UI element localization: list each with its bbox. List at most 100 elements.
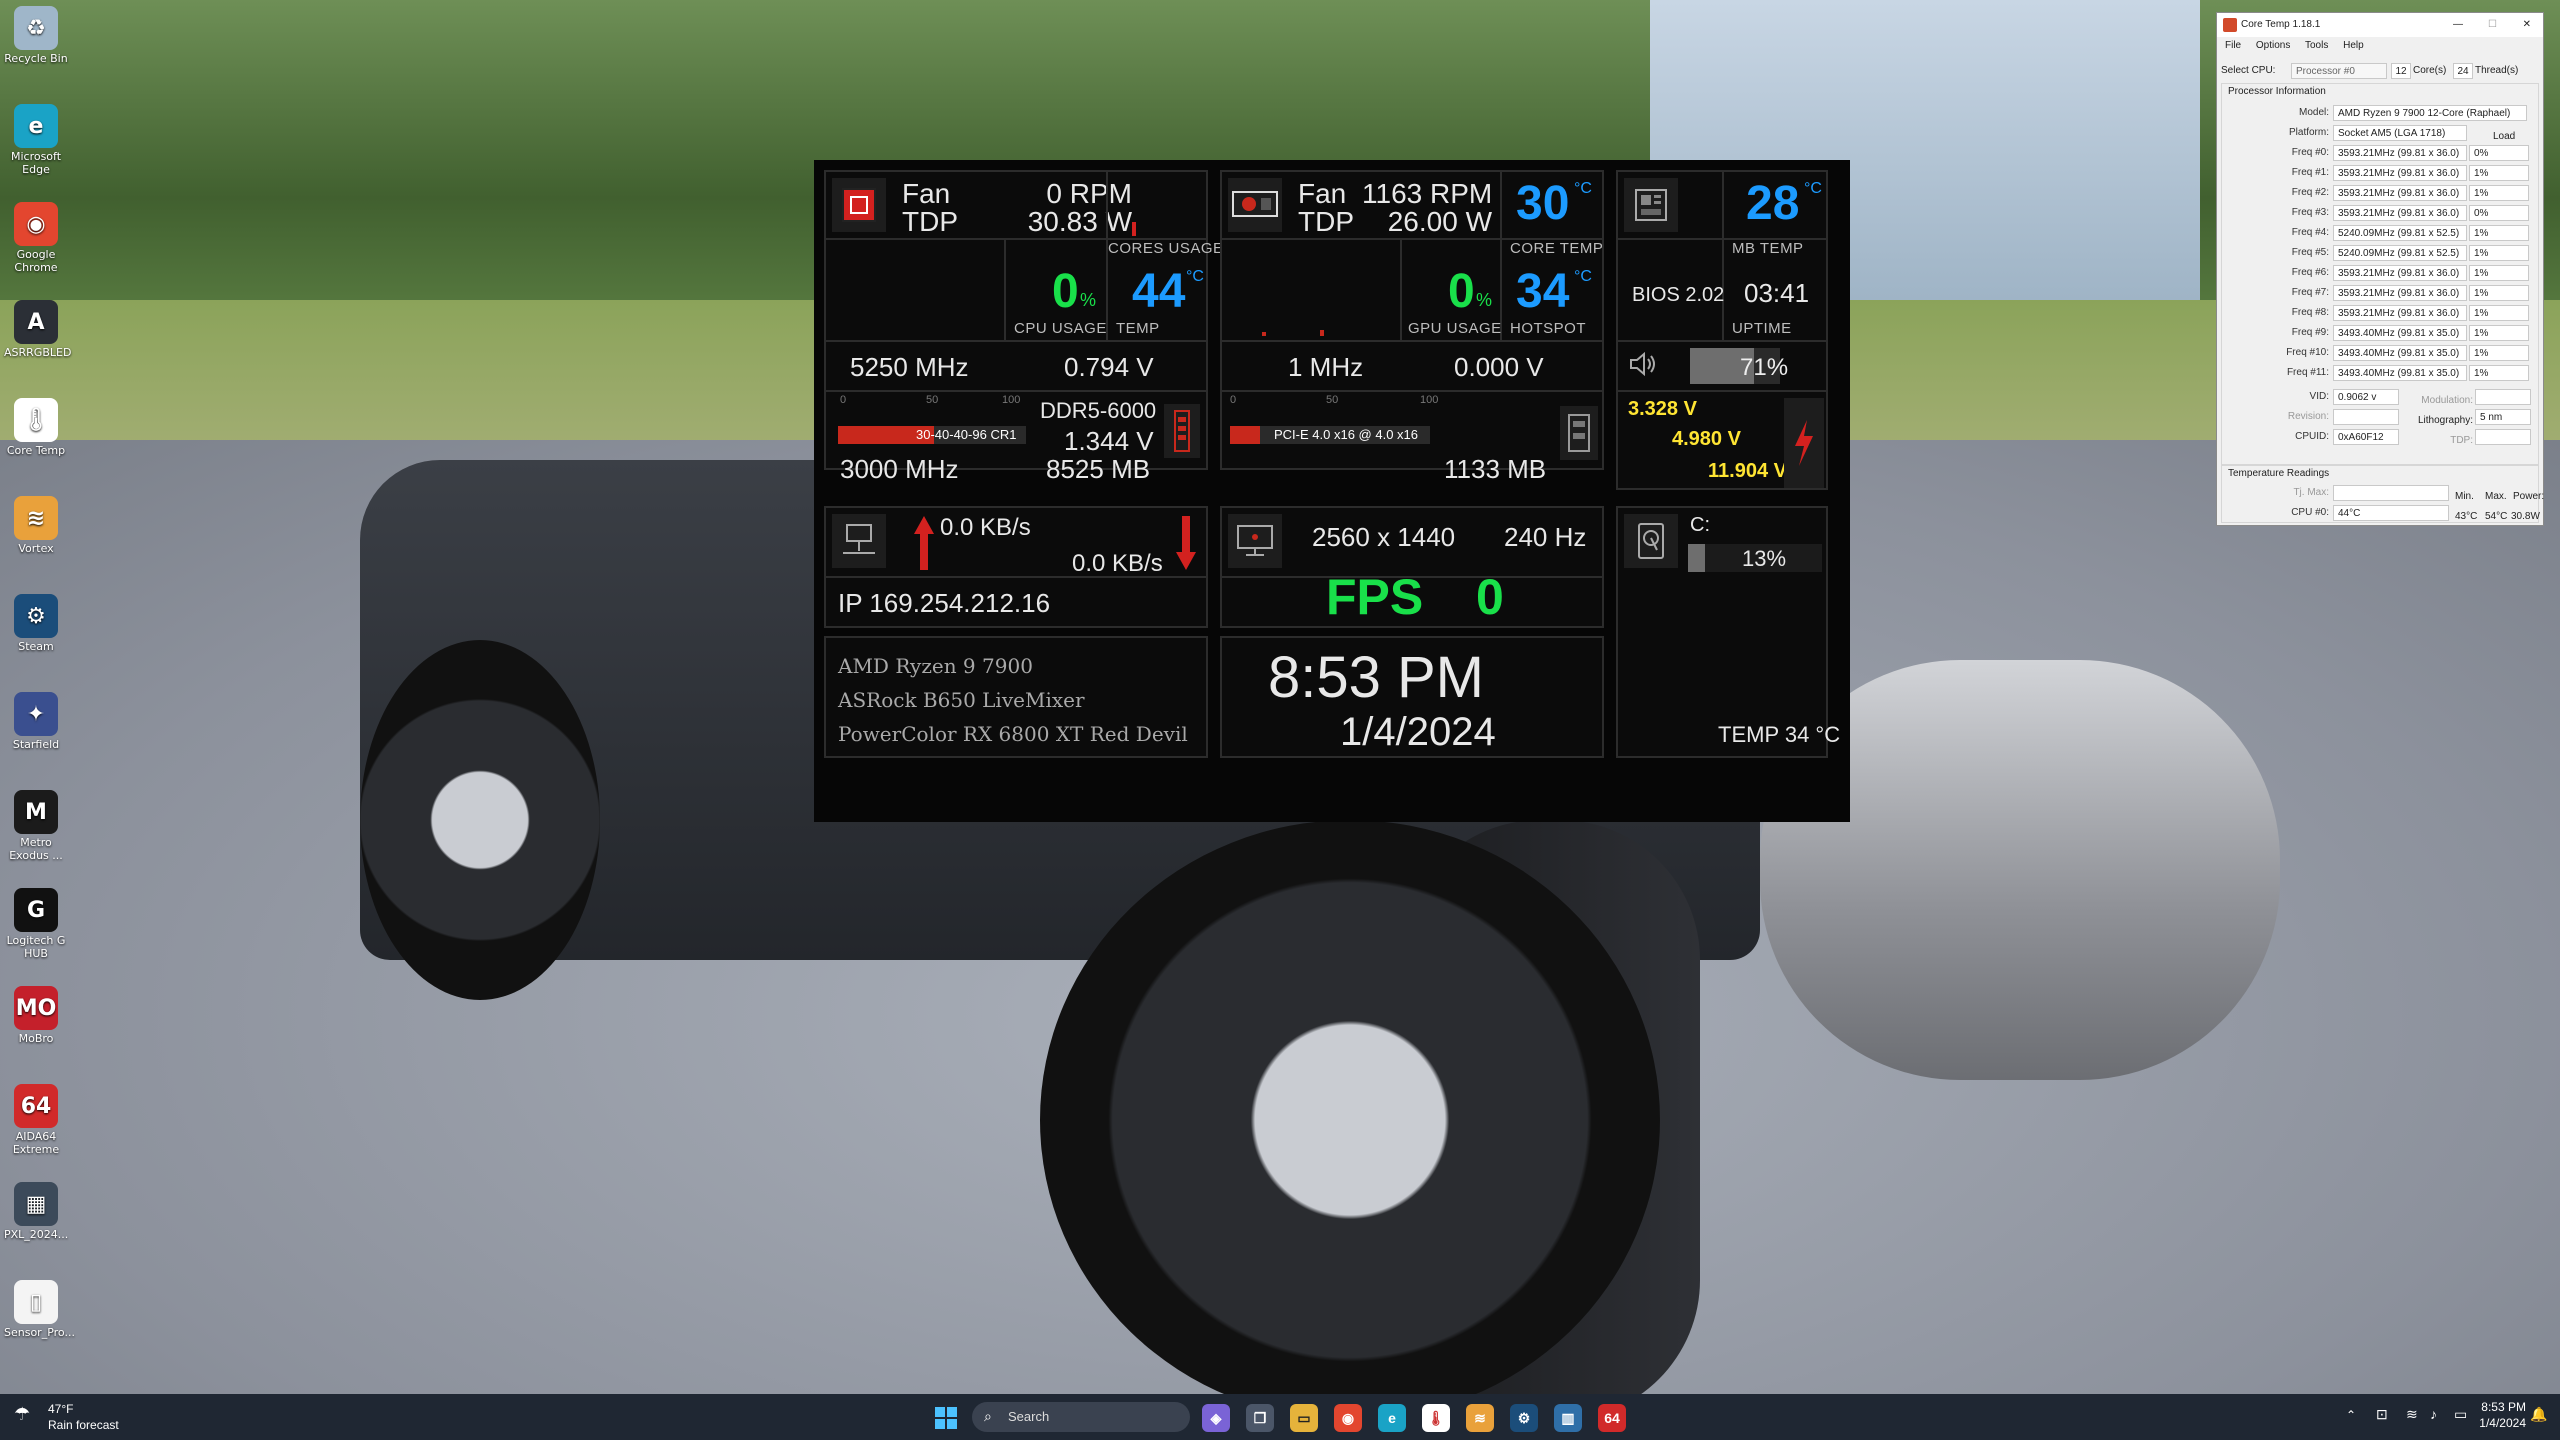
network-icon: [832, 514, 886, 568]
frequency-value: 3493.40MHz (99.81 x 35.0): [2333, 365, 2467, 381]
aida64-taskbar-icon[interactable]: 64: [1598, 1404, 1626, 1432]
desktop-shortcut-label: Core Temp: [6, 444, 66, 457]
tjmax-value: [2333, 485, 2449, 501]
display-refresh: 240 Hz: [1504, 522, 1587, 552]
frequency-value: 3593.21MHz (99.81 x 36.0): [2333, 165, 2467, 181]
desktop-shortcut-label: ASRRGBLED: [4, 346, 72, 359]
drive-letter: C:: [1690, 514, 1710, 536]
menu-options[interactable]: Options: [2256, 40, 2290, 51]
network-tray-icon[interactable]: ⊡: [2376, 1406, 2388, 1423]
tray-date[interactable]: 1/4/2024: [2476, 1416, 2526, 1430]
menu-help[interactable]: Help: [2343, 40, 2364, 51]
ram-scale-50: 50: [926, 394, 939, 406]
gpu-core-temp-label: CORE TEMP: [1510, 240, 1604, 257]
file-explorer-icon[interactable]: ▭: [1290, 1404, 1318, 1432]
start-icon[interactable]: [932, 1404, 960, 1432]
copilot-icon[interactable]: ◈: [1202, 1404, 1230, 1432]
metro-icon: M: [14, 790, 58, 834]
core-load-value: 1%: [2469, 285, 2529, 301]
desktop-shortcut[interactable]: ▦ PXL_2024...: [4, 1182, 68, 1241]
core-temp-app-icon: [2223, 18, 2237, 32]
weather-widget[interactable]: ☂ 47°F Rain forecast: [14, 1402, 214, 1434]
drive-panel: C: 13% TEMP 34 °C: [1616, 506, 1840, 758]
desktop-shortcut[interactable]: MO MoBro: [4, 986, 68, 1045]
desktop-shortcut[interactable]: G Logitech G HUB: [4, 888, 68, 960]
threads-label: Thread(s): [2475, 65, 2519, 76]
minimize-icon[interactable]: —: [2453, 13, 2463, 37]
gpu-scale-50: 50: [1326, 394, 1339, 406]
desktop-shortcut[interactable]: ◉ Google Chrome: [4, 202, 68, 274]
vid-value: 0.9062 v: [2333, 389, 2399, 405]
frequency-value: 3593.21MHz (99.81 x 36.0): [2333, 145, 2467, 161]
core-load-value: 1%: [2469, 245, 2529, 261]
desktop-shortcut[interactable]: ▯ Sensor_Pro...: [4, 1280, 75, 1339]
rail-5v: 4.980 V: [1672, 428, 1741, 450]
ram-type: DDR5-6000: [1040, 398, 1157, 423]
vortex-taskbar-icon[interactable]: ≋: [1466, 1404, 1494, 1432]
frequency-label: Freq #0:: [2291, 147, 2329, 158]
edge-taskbar-icon[interactable]: e: [1378, 1404, 1406, 1432]
core-temp-titlebar[interactable]: Core Temp 1.18.1 — ☐ ✕: [2217, 13, 2543, 37]
notification-bell-icon[interactable]: 🔔: [2530, 1406, 2547, 1423]
speaker-icon[interactable]: [1626, 346, 1662, 382]
cpuid-row: CPUID: 0xA60F12 TDP:: [2217, 427, 2543, 447]
wallpaper-rear-wheel: [1040, 820, 1660, 1420]
desktop-shortcut[interactable]: e Microsoft Edge: [4, 104, 68, 176]
desktop-shortcut[interactable]: ✦ Starfield: [4, 692, 68, 751]
cpu-temp-value: 44: [1132, 265, 1186, 318]
frequency-value: 3593.21MHz (99.81 x 36.0): [2333, 265, 2467, 281]
gpu-panel: Fan 1163 RPM TDP 26.00 W 30 °C CORE TEMP…: [1220, 170, 1604, 484]
desktop-shortcut[interactable]: 64 AIDA64 Extreme: [4, 1084, 68, 1156]
weather-desc: Rain forecast: [48, 1418, 119, 1432]
maximize-icon[interactable]: ☐: [2488, 13, 2497, 37]
ram-clock: 3000 MHz: [840, 454, 959, 484]
model-label: Model:: [2298, 107, 2329, 118]
cpu-temp-unit: °C: [1186, 268, 1204, 285]
uptime-label: UPTIME: [1732, 320, 1792, 337]
volume-slider[interactable]: 71%: [1690, 348, 1788, 384]
menu-file[interactable]: File: [2225, 40, 2241, 51]
core-temp-taskbar-icon[interactable]: 🌡: [1422, 1404, 1450, 1432]
upload-arrow-icon: [914, 516, 934, 570]
weather-temp: 47°F: [48, 1402, 74, 1416]
desktop-shortcut[interactable]: ≋ Vortex: [4, 496, 68, 555]
desktop-shortcut[interactable]: ⚙ Steam: [4, 594, 68, 653]
menu-tools[interactable]: Tools: [2305, 40, 2328, 51]
desktop-shortcut[interactable]: A ASRRGBLED: [4, 300, 72, 359]
frequency-label: Freq #5:: [2291, 247, 2329, 258]
cpu-tdp-value: 30.83 W: [1027, 206, 1132, 237]
desktop-shortcut[interactable]: 🌡 Core Temp: [4, 398, 68, 457]
taskbar-search[interactable]: ⌕ Search: [972, 1402, 1190, 1432]
battery-icon[interactable]: ▭: [2454, 1406, 2467, 1423]
gpu-hotspot-label: HOTSPOT: [1510, 320, 1587, 337]
core-load-value: 1%: [2469, 185, 2529, 201]
model-value: AMD Ryzen 9 7900 12-Core (Raphael): [2333, 105, 2527, 121]
frequency-row: Freq #5: 5240.09MHz (99.81 x 52.5) 1%: [2217, 243, 2543, 263]
hwinfo-taskbar-icon[interactable]: ▥: [1554, 1404, 1582, 1432]
core-load-value: 0%: [2469, 205, 2529, 221]
volume-tray-icon[interactable]: ♪: [2430, 1406, 2437, 1422]
close-icon[interactable]: ✕: [2523, 13, 2531, 37]
gpu-bus: PCI-E 4.0 x16 @ 4.0 x16: [1274, 427, 1418, 442]
cpu0-temp-row: CPU #0: 44°C 43°C 54°C 30.8W: [2217, 503, 2543, 523]
frequency-value: 3593.21MHz (99.81 x 36.0): [2333, 305, 2467, 321]
processor-select[interactable]: Processor #0: [2291, 63, 2387, 79]
tray-time[interactable]: 8:53 PM: [2476, 1400, 2526, 1414]
steam-taskbar-icon[interactable]: ⚙: [1510, 1404, 1538, 1432]
desktop-shortcut[interactable]: M Metro Exodus ...: [4, 790, 68, 862]
frequency-value: 3593.21MHz (99.81 x 36.0): [2333, 205, 2467, 221]
tray-chevron-icon[interactable]: ⌃: [2346, 1408, 2356, 1422]
task-view-icon[interactable]: ❐: [1246, 1404, 1274, 1432]
bios-version: BIOS 2.02: [1632, 284, 1725, 306]
frequency-label: Freq #11:: [2286, 367, 2329, 378]
gpu-core-temp-value: 30: [1516, 177, 1570, 230]
logitech-icon: G: [14, 888, 58, 932]
frequency-value: 3593.21MHz (99.81 x 36.0): [2333, 285, 2467, 301]
wifi-icon[interactable]: ≋: [2406, 1406, 2418, 1423]
search-icon: ⌕: [984, 1408, 992, 1424]
chrome-taskbar-icon[interactable]: ◉: [1334, 1404, 1362, 1432]
frequency-value: 5240.09MHz (99.81 x 52.5): [2333, 245, 2467, 261]
desktop-shortcut[interactable]: ♻ Recycle Bin: [4, 6, 68, 65]
frequency-row: Freq #0: 3593.21MHz (99.81 x 36.0) 0%: [2217, 143, 2543, 163]
display-resolution: 2560 x 1440: [1312, 522, 1456, 552]
